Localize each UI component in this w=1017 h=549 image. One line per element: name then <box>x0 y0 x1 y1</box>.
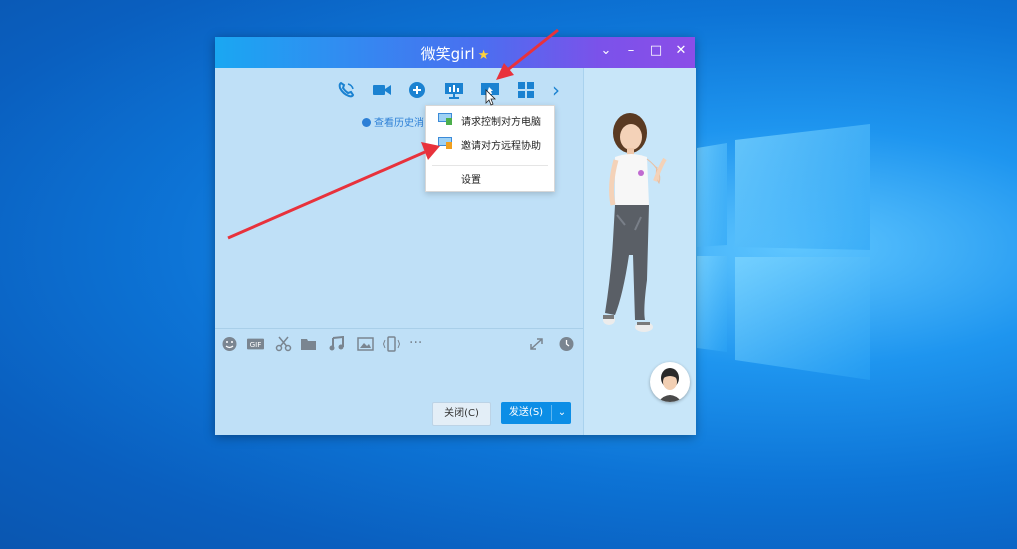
star-icon: ★ <box>477 48 490 63</box>
image-icon[interactable] <box>357 336 374 352</box>
collapse-button[interactable]: ⌄ <box>598 43 614 58</box>
expand-icon[interactable] <box>528 336 545 352</box>
send-options-arrow[interactable]: ⌄ <box>553 402 571 424</box>
add-member-icon[interactable] <box>407 81 427 99</box>
minimize-button[interactable]: – <box>623 43 639 58</box>
title-bar[interactable]: 微笑girl ★ ⌄ – □ ✕ <box>215 37 695 68</box>
contact-avatar[interactable] <box>650 362 690 402</box>
remote-assist-menu: 请求控制对方电脑 邀请对方远程协助 设置 <box>425 105 555 192</box>
menu-separator <box>432 165 548 166</box>
emoji-icon[interactable] <box>221 336 238 352</box>
close-chat-button[interactable]: 关闭(C) <box>432 402 491 426</box>
history-clock-icon[interactable] <box>558 336 575 352</box>
more-dots-icon[interactable]: ··· <box>409 336 426 352</box>
scissors-icon[interactable] <box>275 336 292 352</box>
shake-icon[interactable] <box>382 336 401 352</box>
send-separator <box>551 405 552 421</box>
avatar-portrait <box>658 368 682 402</box>
maximize-button[interactable]: □ <box>648 43 664 58</box>
send-label: 发送(S) <box>508 407 544 418</box>
share-screen-icon[interactable] <box>444 81 464 99</box>
menu-item-settings[interactable]: 设置 <box>426 167 554 189</box>
input-divider <box>215 328 583 329</box>
view-history-link[interactable]: 查看历史消 <box>362 114 424 129</box>
clock-icon <box>362 118 371 127</box>
more-arrow-icon[interactable]: › <box>552 80 572 100</box>
remote-control-icon <box>438 113 452 125</box>
send-button[interactable]: 发送(S) ⌄ <box>501 402 571 424</box>
apps-icon[interactable] <box>516 81 536 99</box>
contact-name: 微笑girl <box>420 45 475 63</box>
video-call-icon[interactable] <box>372 81 392 99</box>
menu-item-request-control[interactable]: 请求控制对方电脑 <box>426 109 554 131</box>
gif-label: GIF <box>250 340 262 349</box>
music-icon[interactable] <box>328 335 345 352</box>
folder-icon[interactable] <box>300 336 317 352</box>
menu-item-invite-assist[interactable]: 邀请对方远程协助 <box>426 133 554 155</box>
gif-icon[interactable]: GIF <box>247 336 266 352</box>
remote-assist-icon[interactable] <box>480 81 500 99</box>
menu-item-label: 请求控制对方电脑 <box>461 117 541 128</box>
character-figure <box>603 113 667 332</box>
menu-item-label: 设置 <box>461 175 481 186</box>
voice-call-icon[interactable] <box>336 81 356 99</box>
history-label: 查看历史消 <box>374 118 424 129</box>
invite-assist-icon <box>438 137 452 149</box>
close-window-button[interactable]: ✕ <box>673 43 689 58</box>
menu-item-label: 邀请对方远程协助 <box>461 141 541 152</box>
